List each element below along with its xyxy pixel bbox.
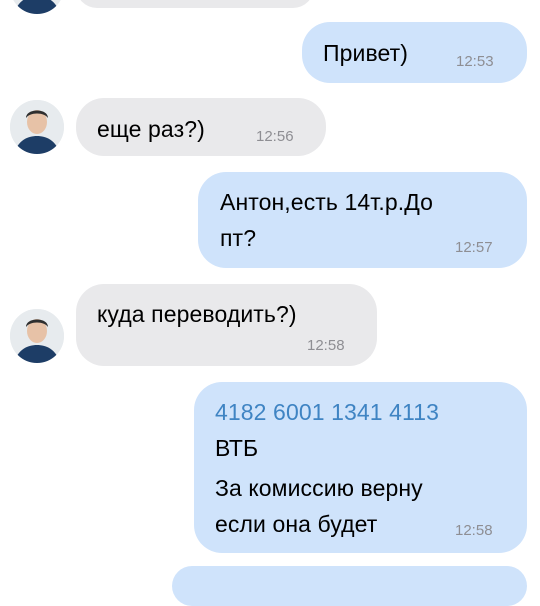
message-timestamp: 12:56 [256,128,294,145]
avatar-icon [10,0,64,14]
contact-avatar[interactable] [10,100,64,154]
message-timestamp: 12:58 [307,337,345,354]
contact-avatar[interactable] [10,309,64,363]
message-timestamp: 12:58 [455,522,493,539]
message-text: Привет) [323,40,409,66]
message-text: куда переводить?) [97,301,297,327]
avatar-icon [10,309,64,363]
avatar-icon [10,100,64,154]
message-timestamp: 12:53 [456,53,494,70]
message-text-line-2: пт? [220,225,257,251]
outgoing-message-bubble-partial[interactable] [172,566,527,606]
card-number-link[interactable]: 4182 6001 1341 4113 [215,394,439,430]
contact-avatar[interactable] [10,0,64,14]
message-text-line-1: ВТБ [215,435,259,461]
incoming-message-bubble-partial[interactable] [76,0,314,8]
message-text-line-1: Антон,есть 14т.р.До [220,189,434,215]
message-text-line-3: если она будет [215,511,378,537]
message-timestamp: 12:57 [455,239,493,256]
message-text-line-2: За комиссию верну [215,475,423,501]
message-text: еще раз?) [97,116,205,142]
